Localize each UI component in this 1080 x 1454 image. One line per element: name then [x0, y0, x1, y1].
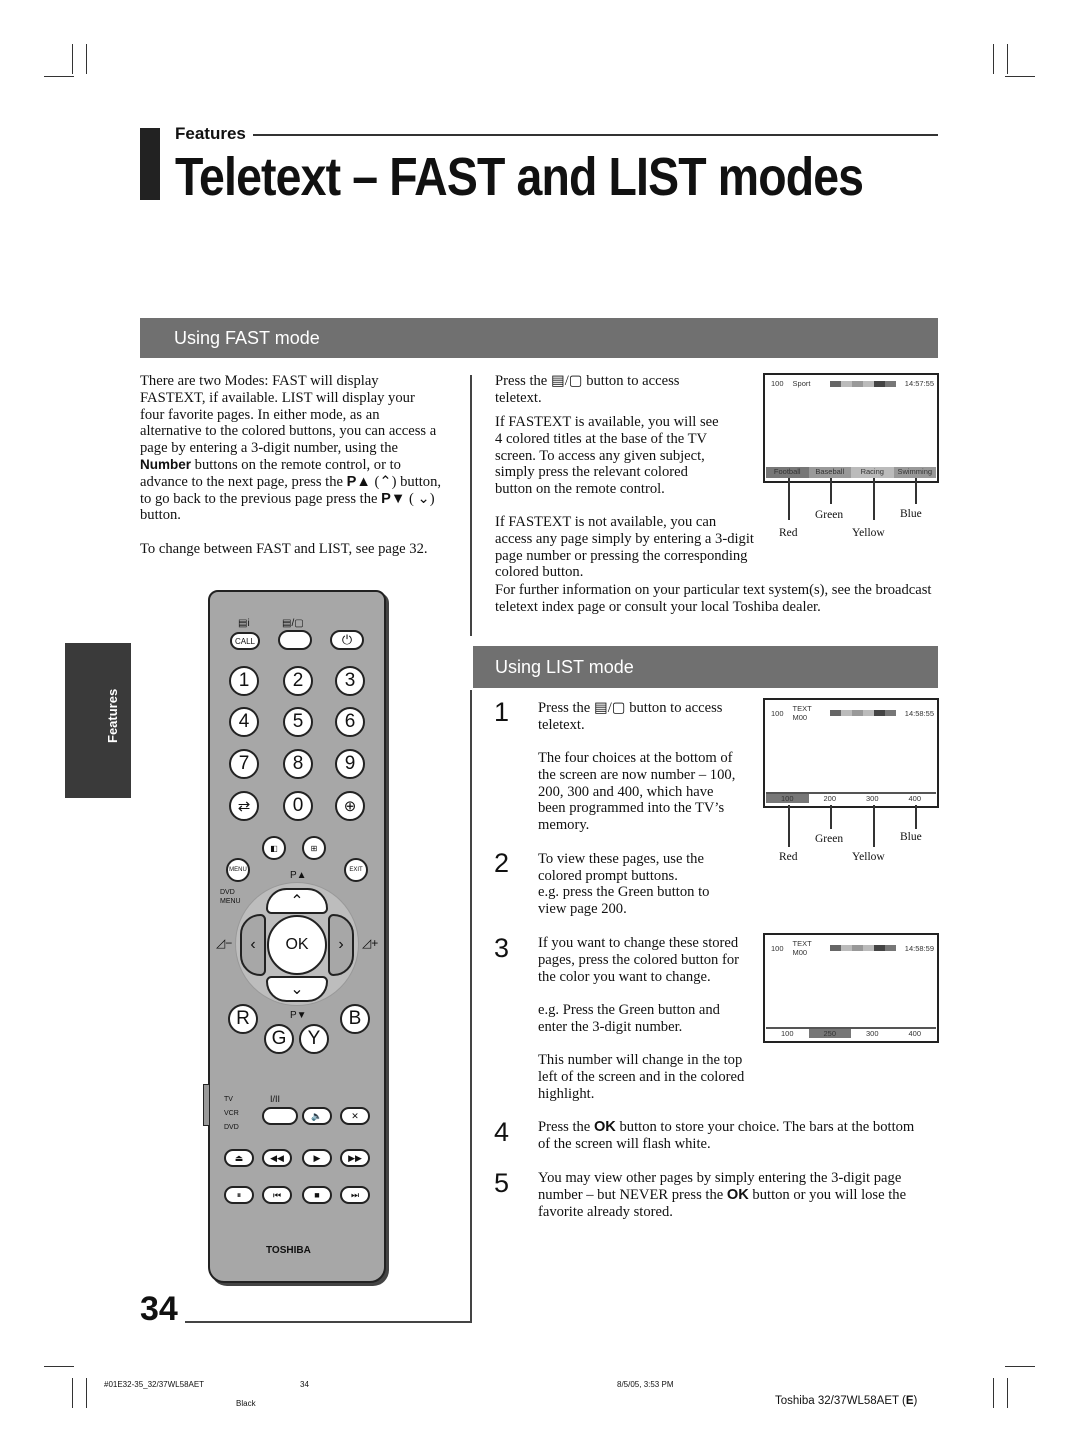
power-button: ⏻	[330, 630, 364, 650]
section-label: Features	[175, 124, 246, 143]
p-down-label: P▼	[290, 1010, 307, 1021]
picture-button: ◧	[262, 836, 286, 860]
page-number: 34	[140, 1290, 178, 1328]
button-4: 4	[229, 707, 259, 737]
volume-down-label: ◿−	[216, 936, 233, 950]
step-1-text: Press the ▤/▢ button to access teletext.	[538, 700, 723, 733]
menu-button: MENU	[226, 858, 250, 882]
blue-button: B	[340, 1004, 370, 1034]
dual-button	[262, 1107, 298, 1125]
mode-switch	[203, 1084, 210, 1126]
column-divider-lower	[470, 690, 472, 1323]
button-9: 9	[335, 749, 365, 779]
forward-button: ▶▶	[340, 1149, 370, 1167]
button-2: 2	[283, 666, 313, 696]
label-red: Red	[779, 851, 798, 863]
column-divider	[470, 375, 472, 636]
label-blue: Blue	[900, 508, 922, 520]
button-3: 3	[335, 666, 365, 696]
section-heading-list: Using LIST mode	[473, 646, 938, 688]
nav-down-button: ⌄	[266, 976, 328, 1002]
side-tab-features: Features	[65, 643, 131, 798]
label-green: Green	[815, 833, 844, 845]
sound-button: 🔈	[302, 1107, 332, 1125]
ok-button: OK	[267, 915, 327, 975]
label-red: Red	[779, 527, 798, 539]
footer-model: Toshiba 32/37WL58AET (E)	[775, 1395, 918, 1407]
title-bar-mark	[140, 128, 160, 200]
side-tab-label: Features	[105, 688, 120, 743]
fast-intro: There are two Modes: FAST will display F…	[140, 373, 442, 524]
footer-file: #01E32-35_32/37WL58AET	[104, 1380, 205, 1389]
dual-label: I/II	[270, 1094, 281, 1104]
footer-ink: Black	[236, 1399, 256, 1408]
step-1-detail: The four choices at the bottom of the sc…	[538, 750, 736, 834]
pause-button: ⏸	[224, 1186, 254, 1204]
nav-up-button: ⌃	[266, 888, 328, 914]
next-button: ⏭	[340, 1186, 370, 1204]
mute-button: ✕	[340, 1107, 370, 1125]
call-button: CALL	[230, 632, 260, 650]
label-yellow: Yellow	[852, 851, 885, 863]
fast-see-page: To change between FAST and LIST, see pag…	[140, 541, 428, 557]
rewind-button: ◀◀	[262, 1149, 292, 1167]
fast-text-1: Press the ▤/▢ button to access teletext.	[495, 373, 680, 406]
step-3-note: This number will change in the top left …	[538, 1052, 745, 1102]
brand-logo: TOSHIBA	[266, 1245, 311, 1256]
wide-button: ⊞	[302, 836, 326, 860]
fast-text-2: If FASTEXT is available, you will see 4 …	[495, 414, 719, 498]
button-7: 7	[229, 749, 259, 779]
step-5-text: You may view other pages by simply enter…	[538, 1170, 907, 1220]
exit-button: EXIT	[344, 858, 368, 882]
p-up-label: P▲	[290, 870, 307, 881]
green-button: G	[264, 1024, 294, 1054]
page-title: Teletext – FAST and LIST modes	[175, 147, 864, 207]
step-3-detail: e.g. Press the Green button and enter th…	[538, 1002, 720, 1035]
footer-page: 34	[300, 1380, 309, 1389]
remote-control-illustration: ▤i ▤/▢ CALL ⏻ 1 2 3 4 5 6 7 8 9 ⇄ 0 ⊕ ◧ …	[203, 590, 386, 1283]
teletext-screen-list-2: 100 TEXT M00 14:58:59 100 250 300 400	[763, 933, 939, 1043]
play-button: ▶	[302, 1149, 332, 1167]
button-6: 6	[335, 707, 365, 737]
header-rule	[253, 134, 938, 136]
eject-button: ⏏	[224, 1149, 254, 1167]
button-1: 1	[229, 666, 259, 696]
button-0: 0	[283, 791, 313, 821]
dvd-menu-label: DVD MENU	[220, 889, 241, 905]
yellow-button: Y	[299, 1024, 329, 1054]
footer-date: 8/5/05, 3:53 PM	[617, 1380, 674, 1389]
swap-button: ⇄	[229, 791, 259, 821]
section-heading-fast: Using FAST mode	[140, 318, 938, 358]
color-blocks	[829, 380, 896, 387]
teletext-screen-fast: 100 Sport 14:57:55 Football Baseball Racing…	[763, 373, 939, 483]
label-green: Green	[815, 509, 844, 521]
page-rule	[185, 1321, 472, 1323]
fast-further: For further information on your particul…	[495, 582, 932, 615]
nav-right-button: ›	[328, 914, 354, 976]
red-button: R	[228, 1004, 258, 1034]
label-yellow: Yellow	[852, 527, 885, 539]
step-2-detail: e.g. press the Green button to view page…	[538, 884, 710, 917]
volume-up-label: ◿+	[362, 936, 379, 950]
step-4-text: Press the OK button to store your choice…	[538, 1119, 915, 1152]
label-blue: Blue	[900, 831, 922, 843]
teletext-screen-list-1: 100 TEXT M00 14:58:55 100 200 300 400	[763, 698, 939, 808]
button-8: 8	[283, 749, 313, 779]
fast-text-3: If FASTEXT is not available, you can acc…	[495, 514, 754, 581]
teletext-button	[278, 630, 312, 650]
step-3-text: If you want to change these stored pages…	[538, 935, 740, 985]
button-5: 5	[283, 707, 313, 737]
nav-left-button: ‹	[240, 914, 266, 976]
stop-button: ■	[302, 1186, 332, 1204]
input-button: ⊕	[335, 791, 365, 821]
prev-button: ⏮	[262, 1186, 292, 1204]
step-2-text: To view these pages, use the colored pro…	[538, 851, 704, 884]
